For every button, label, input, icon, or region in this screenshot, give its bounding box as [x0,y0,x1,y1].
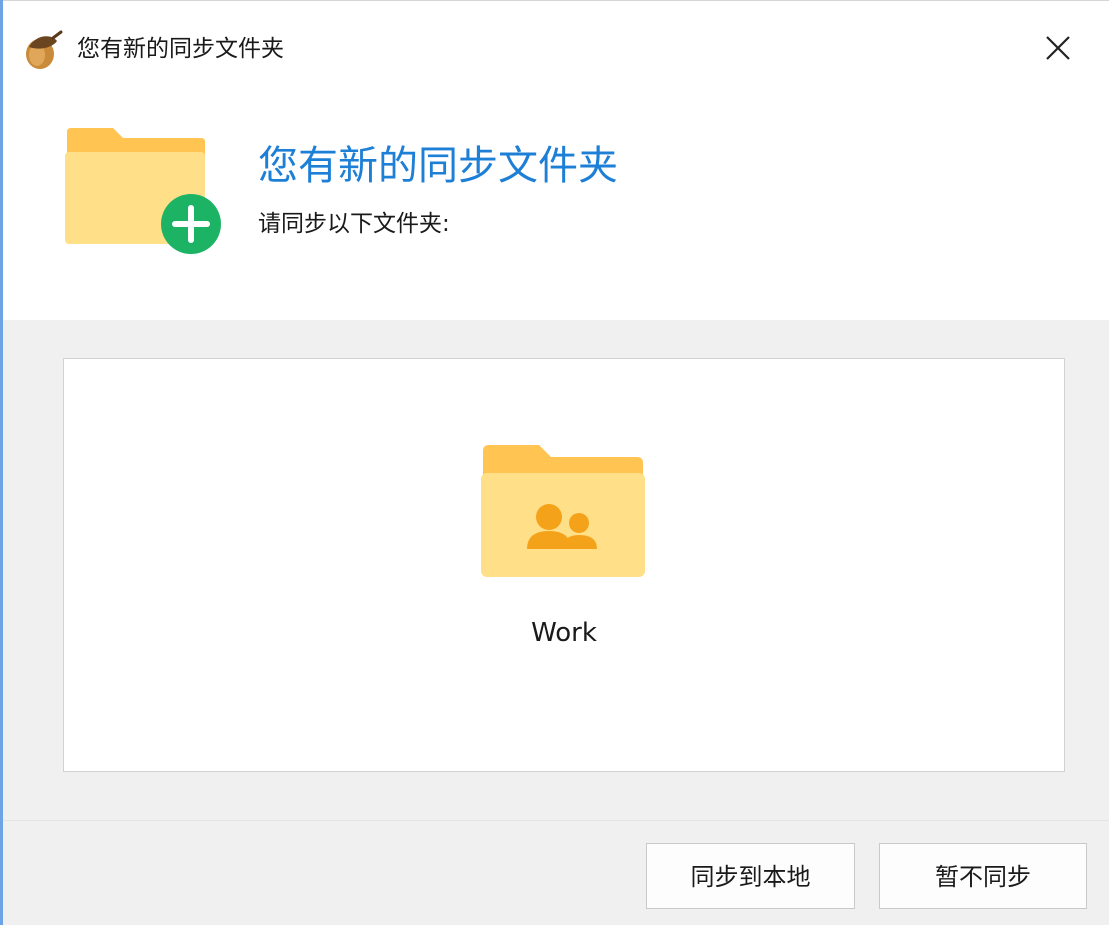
not-now-button[interactable]: 暂不同步 [879,843,1087,909]
folder-item[interactable]: Work [474,445,654,655]
acorn-icon [26,30,63,69]
header-subtitle: 请同步以下文件夹: [258,211,450,237]
folder-list-panel: Work [63,358,1065,772]
header-title: 您有新的同步文件夹 [258,143,618,189]
sync-folder-dialog: 您有新的同步文件夹 您有新的同步文件夹 请同步以下文件夹: Work 同步到本地… [0,0,1109,925]
dialog-body: Work [3,320,1109,820]
folder-add-icon [65,128,221,254]
window-title: 您有新的同步文件夹 [77,36,284,62]
sync-to-local-button[interactable]: 同步到本地 [646,843,855,909]
close-icon[interactable] [1033,27,1081,71]
dialog-footer: 同步到本地 暂不同步 [3,820,1109,925]
title-bar[interactable]: 您有新的同步文件夹 [3,0,1109,90]
shared-folder-icon [481,445,645,577]
dialog-header: 您有新的同步文件夹 请同步以下文件夹: [3,90,1109,320]
folder-name: Work [531,618,597,648]
